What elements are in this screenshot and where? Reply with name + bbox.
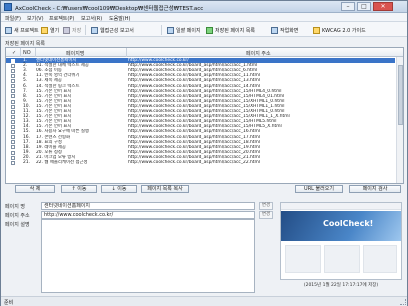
open-button[interactable]: 열기	[41, 25, 59, 35]
title-bar: AxCoolCheck - C:₩users₩cool109₩Desktop₩센…	[1, 1, 407, 13]
kwcag-guide-button[interactable]: KWCAG 2.0 가이드	[313, 25, 366, 35]
header-no[interactable]: NO	[23, 50, 31, 56]
close-button[interactable]: ✕	[373, 2, 393, 11]
url-reload-button[interactable]: URL 불러오기	[295, 185, 343, 193]
toolbar: 새 프로젝트 열기 저장 웹접근성 보고서 일괄 페이지 저장된 페이지 목록 …	[1, 22, 407, 37]
move-down-button[interactable]: ↓ 이동	[101, 185, 137, 193]
guide-icon	[313, 26, 320, 34]
menu-view[interactable]: 보기(V)	[27, 15, 44, 22]
status-text: 준비	[4, 300, 14, 306]
table-row[interactable]: 21. 22. 웹 애플리케이션 접근성 http://www.coolcheck.…	[6, 160, 395, 165]
vertical-scrollbar[interactable]	[396, 57, 403, 183]
new-project-button[interactable]: 새 프로젝트	[5, 25, 39, 35]
saved-list-button[interactable]: 저장된 페이지 목록	[206, 25, 255, 35]
page-detail-panel: 페이지 명 센터넷네이션홈페이지 변경 페이지 주소 http://www.co…	[1, 196, 407, 297]
thumbnail-block	[324, 245, 360, 273]
page-url-label: 페이지 주소	[5, 213, 30, 219]
page-url-field[interactable]: http://www.coolcheck.co.kr/	[41, 211, 255, 219]
header-divider	[20, 48, 21, 57]
menu-help[interactable]: 도움말(H)	[109, 15, 130, 22]
toolbar-divider	[161, 25, 162, 35]
app-icon	[4, 3, 12, 11]
page-thumbnail: CoolCheck!	[280, 202, 402, 280]
delete-button[interactable]: 삭 제	[15, 185, 55, 193]
report-icon	[91, 26, 98, 34]
saved-pages-table: ✓ NO 페이지명 페이지 주소 1. 센터넷네이션홈페이지 http://www.…	[5, 47, 404, 184]
status-bar: 준비	[1, 296, 407, 306]
menu-file[interactable]: 파일(F)	[5, 15, 21, 22]
thumbnail-brand: CoolCheck!	[323, 219, 374, 228]
move-up-button[interactable]: ↑ 이동	[61, 185, 97, 193]
table-header: ✓ NO 페이지명 페이지 주소	[6, 48, 403, 57]
menu-report[interactable]: 보고서(R)	[81, 15, 102, 22]
header-page-url[interactable]: 페이지 주소	[246, 50, 271, 57]
new-project-icon	[5, 26, 12, 34]
edit-button[interactable]: 변경	[259, 202, 273, 210]
menu-bar: 파일(F) 보기(V) 프로젝트(P) 보고서(R) 도움말(H)	[1, 13, 407, 22]
maximize-button[interactable]: □	[357, 2, 371, 11]
thumbnail-block	[363, 245, 397, 273]
open-folder-icon	[41, 26, 48, 34]
scrollbar-thumb[interactable]	[398, 65, 403, 125]
toolbar-divider	[85, 25, 86, 35]
page-name-field[interactable]: 센터넷네이션홈페이지	[41, 202, 255, 210]
save-icon	[63, 26, 70, 34]
header-divider	[126, 48, 127, 57]
header-check[interactable]: ✓	[12, 50, 16, 56]
row-page-name: 22. 웹 애플리케이션 접근성	[36, 160, 88, 165]
save-button[interactable]: 저장	[63, 25, 81, 35]
page-desc-label: 페이지 설명	[5, 222, 30, 228]
row-checkbox[interactable]	[11, 160, 15, 165]
workspace-icon	[271, 26, 278, 34]
batch-page-button[interactable]: 일괄 페이지	[167, 25, 201, 35]
list-action-bar: 삭 제 ↑ 이동 ↓ 이동 페이지 목록 복사 URL 불러오기 페이지 검사	[5, 185, 404, 194]
header-divider	[35, 48, 36, 57]
header-page-name[interactable]: 페이지명	[66, 50, 84, 57]
list-pane-title: 저장된 페이지 목록	[5, 41, 45, 47]
thumbnail-caption: (2015년 1월 22일 17:17:17에 저장)	[303, 283, 379, 288]
accessibility-report-button[interactable]: 웹접근성 보고서	[91, 25, 134, 35]
resize-grip-icon[interactable]	[400, 299, 406, 305]
saved-list-icon	[206, 26, 213, 34]
app-window: AxCoolCheck - C:₩users₩cool109₩Desktop₩센…	[0, 0, 408, 306]
page-check-button[interactable]: 페이지 검사	[349, 185, 401, 193]
thumbnail-block	[285, 245, 321, 273]
batch-page-icon	[167, 26, 174, 34]
menu-project[interactable]: 프로젝트(P)	[49, 15, 74, 22]
page-name-label: 페이지 명	[5, 204, 25, 210]
minimize-button[interactable]: –	[341, 2, 355, 11]
page-description-field[interactable]	[41, 219, 255, 293]
row-page-url: http://www.coolcheck.co.kr/board_asp/htm…	[128, 160, 261, 165]
copy-list-button[interactable]: 페이지 목록 복사	[141, 185, 189, 193]
thumbnail-nav	[281, 203, 401, 210]
row-number: 21.	[23, 160, 30, 165]
window-title: AxCoolCheck - C:₩users₩cool109₩Desktop₩센…	[15, 6, 204, 12]
edit-button[interactable]: 변경	[259, 211, 273, 219]
workspace-button[interactable]: 작업화면	[271, 25, 298, 35]
